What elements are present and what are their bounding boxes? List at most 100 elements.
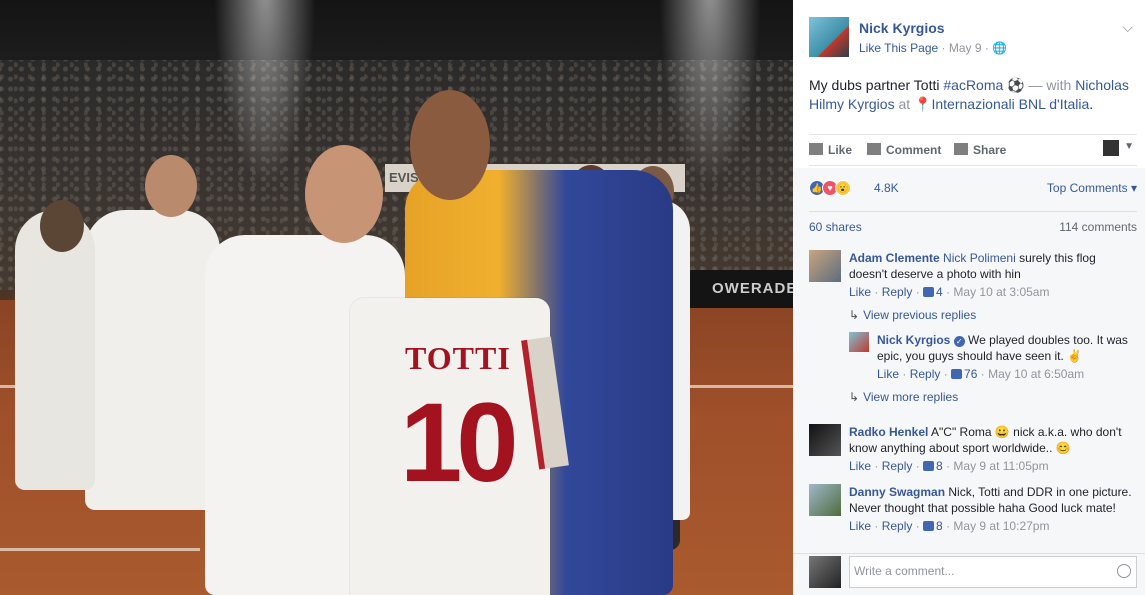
view-more-replies-link[interactable]: ↳ View more replies — [849, 390, 958, 404]
comment: Danny Swagman Nick, Totti and DDR in one… — [809, 484, 1137, 550]
globe-icon: 🌐 — [992, 41, 1008, 55]
jersey-name: TOTTI — [405, 340, 511, 376]
person-head — [305, 145, 383, 243]
person-head — [410, 90, 490, 200]
person-photographer — [15, 210, 95, 490]
wow-reaction-icon[interactable]: 😮 — [835, 180, 851, 196]
caption-with: — with — [1024, 77, 1076, 93]
page-avatar[interactable] — [809, 17, 849, 57]
reply-meta: Like · Reply · 76 · May 10 at 6:50am — [877, 367, 1085, 381]
emoji-icon[interactable] — [1117, 564, 1131, 578]
reply-body: Nick Kyrgios ✓ We played doubles too. It… — [877, 332, 1139, 382]
comment-author[interactable]: Danny Swagman — [849, 485, 945, 499]
comment-like-count[interactable]: 8 — [936, 459, 943, 473]
share-button[interactable]: Share — [954, 143, 1006, 157]
post-photo[interactable]: EVISSI OWERADE TOTTI 10 — [0, 0, 793, 595]
replier-avatar[interactable] — [849, 332, 869, 352]
like-button[interactable]: Like — [809, 143, 852, 157]
caption-text: My dubs partner Totti — [809, 77, 944, 93]
post-meta: Like This Page · May 9 · 🌐 — [859, 41, 1007, 55]
comment-composer: Write a comment... — [793, 553, 1145, 595]
reply-author[interactable]: Nick Kyrgios — [877, 333, 950, 347]
comment-meta: Like · Reply · 4 · May 10 at 3:05am — [849, 285, 1050, 299]
page-name-link[interactable]: Nick Kyrgios — [859, 20, 945, 36]
reply-comment: Nick Kyrgios ✓ We played doubles too. It… — [849, 332, 1137, 386]
reply-like-count[interactable]: 76 — [964, 367, 977, 381]
stats-row: 60 shares 114 comments — [809, 211, 1137, 239]
person-head — [145, 155, 197, 217]
comment-reply-button[interactable]: Reply — [882, 519, 913, 533]
top-comments-label: Top Comments — [1046, 181, 1128, 195]
meta-separator: · — [984, 41, 989, 55]
reaction-count[interactable]: 4.8K — [874, 181, 899, 195]
post-header: Nick Kyrgios Like This Page · May 9 · 🌐 … — [809, 17, 1139, 61]
comment-like-button[interactable]: Like — [849, 519, 871, 533]
comment-like-button[interactable]: Like — [849, 285, 871, 299]
thumbs-up-icon — [923, 287, 935, 297]
comment: Radko Henkel A"C" Roma 😀 nick a.k.a. who… — [809, 424, 1137, 480]
comment-body: Adam Clemente Nick Polimeni surely this … — [849, 250, 1137, 300]
comment-author[interactable]: Radko Henkel — [849, 425, 928, 439]
chevron-down-icon[interactable]: ⌵ — [1122, 19, 1133, 36]
action-bar: Like Comment Share ▼ — [809, 134, 1137, 166]
share-as-avatar[interactable] — [1103, 140, 1119, 156]
view-previous-label: View previous replies — [863, 308, 977, 322]
commenter-avatar[interactable] — [809, 484, 841, 516]
comment-input[interactable]: Write a comment... — [849, 556, 1137, 588]
post-date[interactable]: May 9 — [949, 41, 982, 55]
soccer-ball-icon: ⚽ — [1007, 77, 1025, 93]
caret-down-icon[interactable]: ▼ — [1124, 141, 1134, 152]
hashtag-link[interactable]: #acRoma — [943, 77, 1003, 93]
comment-time[interactable]: May 10 at 3:05am — [953, 285, 1049, 299]
caption-end: . — [1089, 96, 1094, 112]
top-comments-dropdown[interactable]: Top Comments ▾ — [1047, 181, 1137, 195]
verified-badge-icon: ✓ — [953, 336, 965, 347]
location-link[interactable]: Internazionali BNL d'Italia — [931, 96, 1089, 112]
comment-button[interactable]: Comment — [867, 143, 941, 157]
reply-reply-button[interactable]: Reply — [910, 367, 941, 381]
person-head — [40, 200, 84, 252]
thumbs-up-icon — [809, 143, 823, 155]
comment-like-count[interactable]: 8 — [936, 519, 943, 533]
thumbs-up-icon — [923, 521, 935, 531]
commenter-avatar[interactable] — [809, 250, 841, 282]
comment-time[interactable]: May 9 at 11:05pm — [953, 459, 1048, 473]
comment-reply-button[interactable]: Reply — [882, 285, 913, 299]
comment-reply-button[interactable]: Reply — [882, 459, 913, 473]
comment-meta: Like · Reply · 8 · May 9 at 11:05pm — [849, 459, 1049, 473]
tagged-user-link[interactable]: Nick Polimeni — [943, 251, 1016, 265]
feedback-section: 👍 ♥ 😮 4.8K Top Comments ▾ 60 shares 114 … — [793, 168, 1145, 595]
caption-at: at — [894, 96, 915, 112]
view-previous-replies-link[interactable]: ↳ View previous replies — [849, 308, 976, 322]
shares-link[interactable]: 60 shares — [809, 220, 862, 234]
comment-body: Danny Swagman Nick, Totti and DDR in one… — [849, 484, 1137, 534]
reply-time[interactable]: May 10 at 6:50am — [988, 367, 1084, 381]
comment-time[interactable]: May 9 at 10:27pm — [953, 519, 1049, 533]
user-avatar[interactable] — [809, 556, 841, 588]
share-icon — [954, 143, 968, 155]
powerade-banner: OWERADE — [690, 270, 793, 308]
meta-separator: · — [941, 41, 946, 55]
commenter-avatar[interactable] — [809, 424, 841, 456]
reply-arrow-icon: ↳ — [849, 308, 860, 322]
comments-count[interactable]: 114 comments — [1059, 220, 1137, 234]
person-de-rossi — [85, 210, 220, 510]
court-line — [0, 548, 200, 551]
comment-meta: Like · Reply · 8 · May 9 at 10:27pm — [849, 519, 1050, 533]
reply-like-button[interactable]: Like — [877, 367, 899, 381]
comment-like-count[interactable]: 4 — [936, 285, 943, 299]
reply-arrow-icon: ↳ — [849, 390, 860, 404]
view-more-label: View more replies — [863, 390, 959, 404]
comment-icon — [867, 143, 881, 155]
comment-author[interactable]: Adam Clemente — [849, 251, 940, 265]
share-label: Share — [973, 143, 1007, 157]
roma-jersey: TOTTI 10 — [350, 298, 569, 595]
reactions-row: 👍 ♥ 😮 4.8K Top Comments ▾ — [809, 178, 1137, 202]
comment: Adam Clemente Nick Polimeni surely this … — [809, 250, 1137, 310]
like-label: Like — [828, 143, 853, 157]
map-pin-icon: 📍 — [914, 96, 932, 112]
post-panel: Nick Kyrgios Like This Page · May 9 · 🌐 … — [793, 0, 1145, 595]
caret-down-icon: ▾ — [1130, 181, 1137, 195]
comment-like-button[interactable]: Like — [849, 459, 871, 473]
like-page-link[interactable]: Like This Page — [859, 41, 938, 55]
